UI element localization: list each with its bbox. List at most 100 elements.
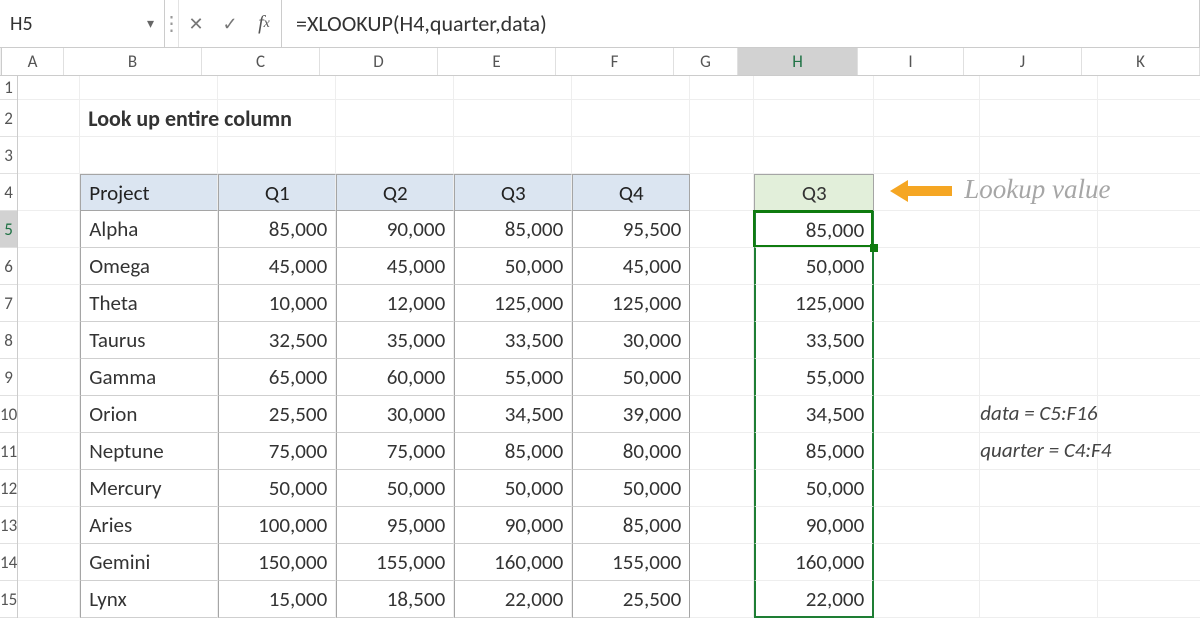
cell-K8[interactable] (1098, 322, 1200, 359)
row-header-4[interactable]: 4 (0, 174, 17, 211)
cell-H15[interactable]: 22,000 (754, 581, 874, 618)
cell-B5[interactable]: Alpha (80, 211, 218, 248)
cell-A7[interactable] (18, 285, 80, 322)
row-header-9[interactable]: 9 (0, 359, 17, 396)
cell-H11[interactable]: 85,000 (754, 433, 874, 470)
cell-F15[interactable]: 25,500 (572, 581, 690, 618)
column-header-G[interactable]: G (674, 48, 738, 75)
cell-J14[interactable] (980, 544, 1098, 581)
cell-G15[interactable] (690, 581, 754, 618)
cell-A15[interactable] (18, 581, 80, 618)
cell-A10[interactable] (18, 396, 80, 433)
cell-D12[interactable]: 50,000 (336, 470, 454, 507)
cell-E15[interactable]: 22,000 (454, 581, 572, 618)
cell-G2[interactable] (690, 100, 754, 137)
cell-G9[interactable] (690, 359, 754, 396)
cell-D9[interactable]: 60,000 (336, 359, 454, 396)
cell-J5[interactable] (980, 211, 1098, 248)
cell-H7[interactable]: 125,000 (754, 285, 874, 322)
row-header-15[interactable]: 15 (0, 581, 17, 618)
cell-A2[interactable] (18, 100, 80, 137)
cell-A3[interactable] (18, 137, 80, 174)
cell-F8[interactable]: 30,000 (572, 322, 690, 359)
row-header-6[interactable]: 6 (0, 248, 17, 285)
cell-H3[interactable] (754, 137, 874, 174)
cell-J13[interactable] (980, 507, 1098, 544)
cell-B9[interactable]: Gamma (80, 359, 218, 396)
cell-H5[interactable]: 85,000 (754, 211, 874, 248)
cell-C12[interactable]: 50,000 (218, 470, 336, 507)
cell-J6[interactable] (980, 248, 1098, 285)
cell-E14[interactable]: 160,000 (454, 544, 572, 581)
cell-E1[interactable] (454, 76, 572, 100)
cell-H14[interactable]: 160,000 (754, 544, 874, 581)
cell-F13[interactable]: 85,000 (572, 507, 690, 544)
cell-C7[interactable]: 10,000 (218, 285, 336, 322)
cell-D7[interactable]: 12,000 (336, 285, 454, 322)
cell-I10[interactable] (874, 396, 980, 433)
cell-F7[interactable]: 125,000 (572, 285, 690, 322)
cell-C13[interactable]: 100,000 (218, 507, 336, 544)
row-header-8[interactable]: 8 (0, 322, 17, 359)
cell-C9[interactable]: 65,000 (218, 359, 336, 396)
cell-G4[interactable] (690, 174, 754, 211)
cell-B15[interactable]: Lynx (80, 581, 218, 618)
cell-I11[interactable] (874, 433, 980, 470)
cell-I12[interactable] (874, 470, 980, 507)
cell-I14[interactable] (874, 544, 980, 581)
cell-H10[interactable]: 34,500 (754, 396, 874, 433)
cell-C15[interactable]: 15,000 (218, 581, 336, 618)
cell-K6[interactable] (1098, 248, 1200, 285)
cell-G10[interactable] (690, 396, 754, 433)
cell-C5[interactable]: 85,000 (218, 211, 336, 248)
cell-J2[interactable] (980, 100, 1098, 137)
cell-A4[interactable] (18, 174, 80, 211)
cell-F9[interactable]: 50,000 (572, 359, 690, 396)
fill-handle[interactable] (870, 244, 878, 252)
cell-F6[interactable]: 45,000 (572, 248, 690, 285)
cell-A5[interactable] (18, 211, 80, 248)
cell-A9[interactable] (18, 359, 80, 396)
cell-G7[interactable] (690, 285, 754, 322)
cell-D10[interactable]: 30,000 (336, 396, 454, 433)
cell-H8[interactable]: 33,500 (754, 322, 874, 359)
cell-D5[interactable]: 90,000 (336, 211, 454, 248)
row-header-7[interactable]: 7 (0, 285, 17, 322)
cell-K5[interactable] (1098, 211, 1200, 248)
cell-D3[interactable] (336, 137, 454, 174)
cell-B1[interactable] (80, 76, 218, 100)
cell-H13[interactable]: 90,000 (754, 507, 874, 544)
cell-I6[interactable] (874, 248, 980, 285)
cell-D15[interactable]: 18,500 (336, 581, 454, 618)
row-header-5[interactable]: 5 (0, 211, 17, 248)
cell-C1[interactable] (218, 76, 336, 100)
cells-canvas[interactable]: Look up entire columnProjectQ1Q2Q3Q4Q3Al… (18, 76, 1200, 618)
cell-B12[interactable]: Mercury (80, 470, 218, 507)
cell-E13[interactable]: 90,000 (454, 507, 572, 544)
column-header-D[interactable]: D (320, 48, 438, 75)
cell-A13[interactable] (18, 507, 80, 544)
cell-F10[interactable]: 39,000 (572, 396, 690, 433)
cell-B2[interactable]: Look up entire column (80, 100, 218, 137)
cell-A8[interactable] (18, 322, 80, 359)
cell-J12[interactable] (980, 470, 1098, 507)
row-header-10[interactable]: 10 (0, 396, 17, 433)
cell-E9[interactable]: 55,000 (454, 359, 572, 396)
cell-E6[interactable]: 50,000 (454, 248, 572, 285)
column-header-E[interactable]: E (438, 48, 556, 75)
cell-J15[interactable] (980, 581, 1098, 618)
cell-A11[interactable] (18, 433, 80, 470)
cell-C14[interactable]: 150,000 (218, 544, 336, 581)
cell-G6[interactable] (690, 248, 754, 285)
cell-B7[interactable]: Theta (80, 285, 218, 322)
column-header-K[interactable]: K (1082, 48, 1200, 75)
cell-B10[interactable]: Orion (80, 396, 218, 433)
cell-B6[interactable]: Omega (80, 248, 218, 285)
cell-B11[interactable]: Neptune (80, 433, 218, 470)
cell-C10[interactable]: 25,500 (218, 396, 336, 433)
cell-B8[interactable]: Taurus (80, 322, 218, 359)
cell-D11[interactable]: 75,000 (336, 433, 454, 470)
cell-K15[interactable] (1098, 581, 1200, 618)
cell-F3[interactable] (572, 137, 690, 174)
cell-D8[interactable]: 35,000 (336, 322, 454, 359)
